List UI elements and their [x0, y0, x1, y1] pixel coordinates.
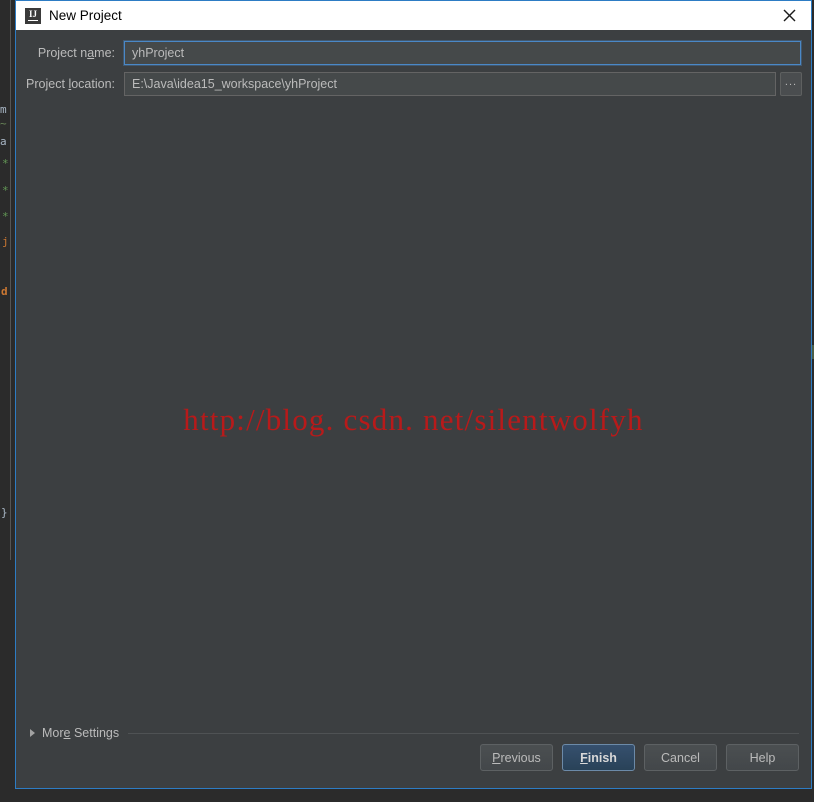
project-location-input[interactable]: E:\Java\idea15_workspace\yhProject [124, 72, 776, 96]
project-location-row: Project location: E:\Java\idea15_workspa… [16, 71, 811, 97]
code-fragment: } [1, 506, 8, 519]
ide-gutter-divider-2 [10, 330, 11, 560]
more-settings-section[interactable]: More Settings [30, 725, 799, 741]
project-name-label: Project name: [37, 46, 115, 60]
previous-button[interactable]: Previous [480, 744, 553, 771]
code-fragment: * [2, 184, 9, 197]
code-fragment: m [0, 103, 7, 116]
watermark-text: http://blog. csdn. net/silentwolfyh [183, 402, 644, 437]
intellij-idea-icon: IJ [25, 7, 41, 24]
code-fragment: ~ [0, 117, 7, 130]
dialog-titlebar: IJ New Project [16, 1, 811, 30]
help-button[interactable]: Help [726, 744, 799, 771]
close-button[interactable] [767, 1, 811, 30]
project-name-row: Project name: yhProject [16, 40, 811, 66]
dialog-button-bar: Previous Finish Cancel Help [480, 744, 799, 771]
dialog-body: Project name: yhProject Project location… [16, 30, 811, 788]
browse-folder-button[interactable]: ... [780, 72, 802, 96]
section-divider [128, 732, 799, 734]
more-settings-label: More Settings [42, 726, 120, 740]
code-fragment: d [1, 285, 8, 298]
chevron-right-icon [30, 729, 35, 737]
code-fragment: * [2, 157, 9, 170]
close-icon [783, 9, 795, 22]
project-name-input[interactable]: yhProject [124, 41, 801, 65]
finish-button[interactable]: Finish [562, 744, 635, 771]
app-icon-letters: IJ [28, 8, 37, 19]
dialog-title: New Project [49, 8, 122, 23]
ide-gutter-divider [10, 0, 11, 330]
code-fragment: a [0, 135, 7, 148]
code-fragment: * [2, 210, 9, 223]
project-location-label: Project location: [26, 77, 115, 91]
code-fragment: j [2, 235, 9, 248]
cancel-button[interactable]: Cancel [644, 744, 717, 771]
new-project-dialog: IJ New Project Project name: yhProject P… [15, 0, 812, 789]
